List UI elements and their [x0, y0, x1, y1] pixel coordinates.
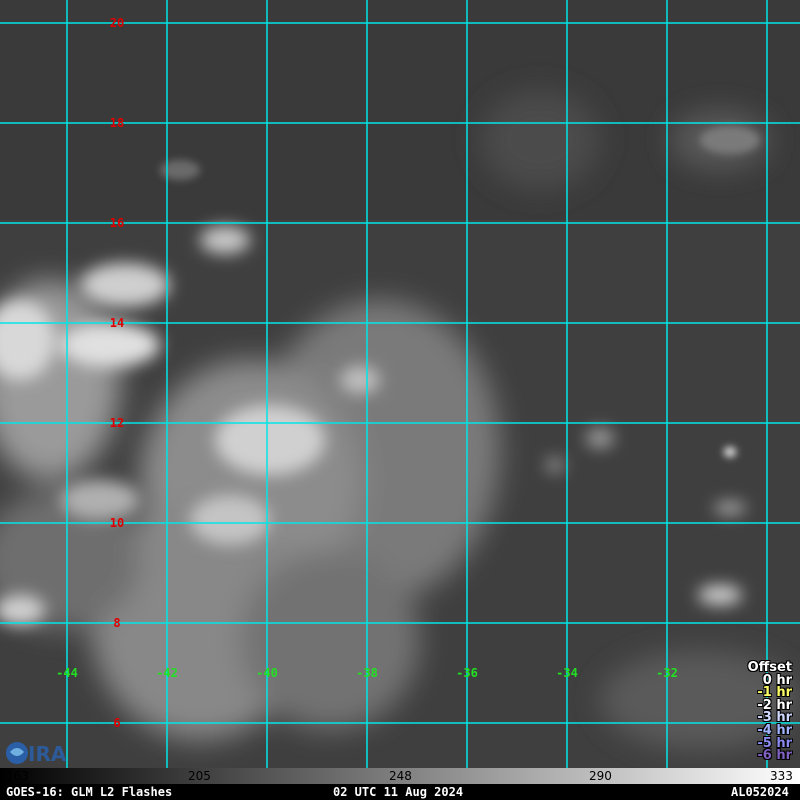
- offset-legend: Offset 0 hr -1 hr -2 hr -3 hr -4 hr -5 hr -6 h…: [748, 661, 792, 764]
- latitude-label: 6: [113, 716, 120, 730]
- lat-lon-grid: 20 18 16 14 12 10 8 6 -44 -42 -40 -38 -36 -34 -32: [0, 0, 800, 768]
- longitude-label: -44: [56, 666, 78, 680]
- latitude-label: 10: [110, 516, 124, 530]
- latitude-label: 20: [110, 16, 124, 30]
- longitude-labels: -44 -42 -40 -38 -36 -34 -32: [56, 666, 678, 680]
- latitude-label: 14: [110, 316, 124, 330]
- colorbar-tick: 290: [589, 769, 612, 783]
- footer-bar: GOES-16: GLM L2 Flashes 02 UTC 11 Aug 20…: [0, 784, 800, 800]
- latitude-label: 16: [110, 216, 124, 230]
- colorbar-tick: 163: [6, 769, 29, 783]
- longitude-label: -38: [356, 666, 378, 680]
- legend-items: 0 hr -1 hr -2 hr -3 hr -4 hr -5 hr -6 hr: [748, 674, 792, 764]
- longitude-label: -42: [156, 666, 178, 680]
- colorbar-tick: 333: [770, 769, 793, 783]
- longitude-label: -40: [256, 666, 278, 680]
- latitude-label: 18: [110, 116, 124, 130]
- latitude-label: 12: [110, 416, 124, 430]
- footer-timestamp: 02 UTC 11 Aug 2024: [333, 785, 464, 799]
- colorbar-tick: 205: [188, 769, 211, 783]
- latitude-label: 8: [113, 616, 120, 630]
- colorbar-tick: 248: [389, 769, 412, 783]
- longitude-label: -34: [556, 666, 578, 680]
- legend-item: -6 hr: [757, 748, 792, 764]
- longitude-label: -36: [456, 666, 478, 680]
- footer-product: GOES-16: GLM L2 Flashes: [6, 785, 173, 799]
- footer-storm-id: AL052024: [731, 785, 789, 799]
- satellite-map: 20 18 16 14 12 10 8 6 -44 -42 -40 -38 -36 -34 -32 Off…: [0, 0, 800, 800]
- cira-logo: IRA: [6, 742, 67, 766]
- longitude-label: -32: [656, 666, 678, 680]
- svg-text:IRA: IRA: [28, 742, 67, 766]
